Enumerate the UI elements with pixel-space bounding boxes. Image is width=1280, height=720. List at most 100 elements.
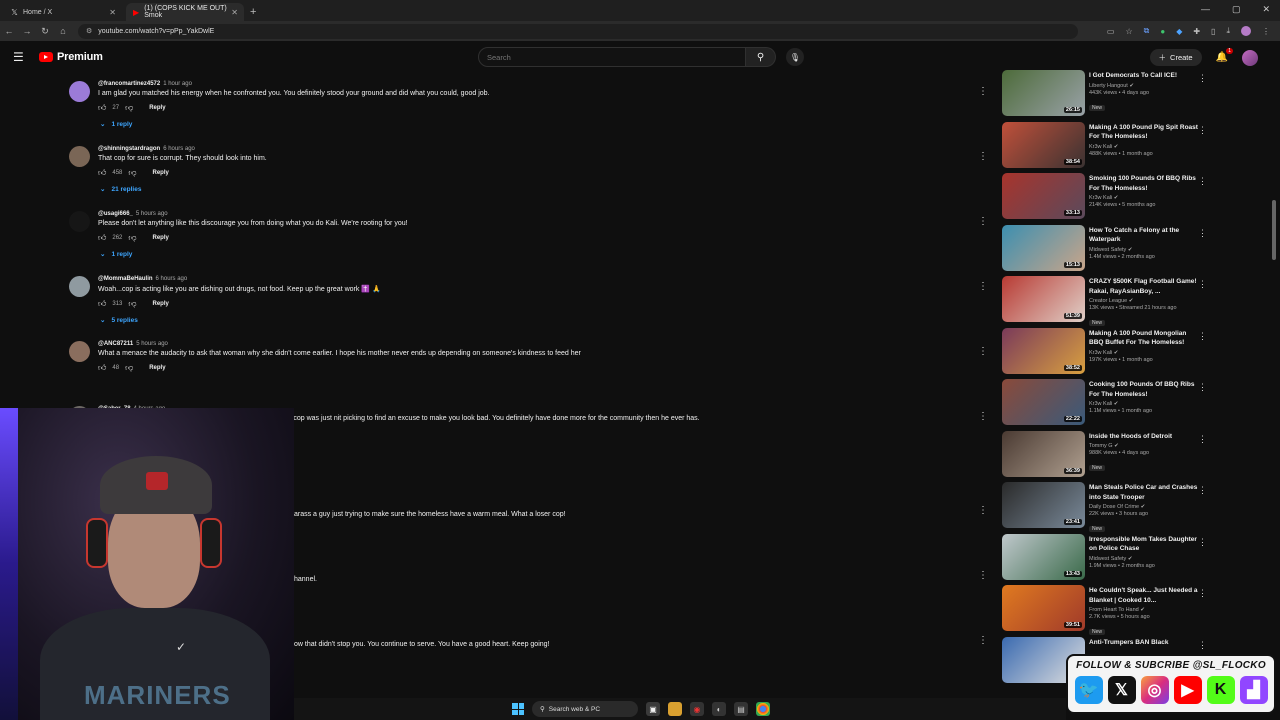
reply-button[interactable]: Reply <box>149 365 165 371</box>
channel-name[interactable]: Kr3w Kali ✔︎ <box>1089 195 1199 201</box>
video-title[interactable]: How To Catch a Felony at the Waterpark <box>1089 226 1199 245</box>
video-title[interactable]: CRAZY $500K Flag Football Game! Rakai, R… <box>1089 277 1199 296</box>
video-thumbnail[interactable]: 26:15 <box>1002 70 1085 116</box>
like-icon[interactable]: 👍︎ <box>98 168 106 178</box>
comment-menu-icon[interactable]: ⋮ <box>978 346 988 357</box>
video-title[interactable]: Anti-Trumpers BAN Black <box>1089 638 1199 648</box>
comment-handle[interactable]: @ANC87211 <box>98 341 133 347</box>
video-menu-icon[interactable]: ⋮ <box>1198 588 1207 599</box>
video-thumbnail[interactable]: 22:22 <box>1002 379 1085 425</box>
browser-menu-icon[interactable]: ⋮ <box>1262 27 1270 36</box>
app-icon[interactable]: ▤ <box>734 702 748 716</box>
video-thumbnail[interactable]: 13:43 <box>1002 533 1085 580</box>
menu-icon[interactable]: ☰ <box>13 50 27 64</box>
tab-youtube-video[interactable]: ▶ (1) (COPS KICK ME OUT) Smok ✕ <box>126 3 244 21</box>
commenter-avatar[interactable] <box>69 81 90 102</box>
video-menu-icon[interactable]: ⋮ <box>1198 331 1207 342</box>
video-menu-icon[interactable]: ⋮ <box>1198 640 1207 651</box>
related-video-item[interactable]: 33:13 Smoking 100 Pounds Of BBQ Ribs For… <box>1002 173 1212 225</box>
related-video-item[interactable]: 38:52 Making A 100 Pound Mongolian BBQ B… <box>1002 327 1212 380</box>
forward-icon[interactable]: → <box>18 26 36 36</box>
comment-menu-icon[interactable]: ⋮ <box>978 86 988 97</box>
profile-avatar-icon[interactable] <box>1241 26 1251 36</box>
download-icon[interactable]: ⤓ <box>1226 26 1230 36</box>
commenter-avatar[interactable] <box>69 276 90 297</box>
dislike-icon[interactable]: 👎︎ <box>125 363 133 373</box>
video-menu-icon[interactable]: ⋮ <box>1198 434 1207 445</box>
reply-button[interactable]: Reply <box>153 170 169 176</box>
comment-menu-icon[interactable]: ⋮ <box>978 151 988 162</box>
video-menu-icon[interactable]: ⋮ <box>1198 382 1207 393</box>
video-menu-icon[interactable]: ⋮ <box>1198 228 1207 239</box>
extension-icon[interactable]: ⧉ <box>1144 26 1150 36</box>
channel-name[interactable]: Kr3w Kali ✔︎ <box>1089 350 1199 356</box>
reply-button[interactable]: Reply <box>153 301 169 307</box>
new-tab-button[interactable]: + <box>250 6 256 18</box>
notifications-button[interactable]: 🔔 1 <box>1216 48 1233 63</box>
video-title[interactable]: He Couldn't Speak... Just Needed a Blank… <box>1089 586 1199 605</box>
dislike-icon[interactable]: 👎︎ <box>128 299 136 309</box>
video-thumbnail[interactable]: 38:54 <box>1002 121 1085 168</box>
puzzle-icon[interactable]: ✚ <box>1193 27 1200 36</box>
comment-menu-icon[interactable]: ⋮ <box>978 635 988 646</box>
comment-handle[interactable]: @MommaBeHaulin <box>98 276 153 282</box>
account-avatar[interactable] <box>1242 49 1258 66</box>
video-menu-icon[interactable]: ⋮ <box>1198 537 1207 548</box>
related-video-item[interactable]: 38:54 Making A 100 Pound Pig Spit Roast … <box>1002 121 1212 174</box>
comment-time[interactable]: 6 hours ago <box>163 146 195 152</box>
reply-button[interactable]: Reply <box>149 105 165 111</box>
video-menu-icon[interactable]: ⋮ <box>1198 176 1207 187</box>
view-replies-button[interactable]: ⌄ 21 replies <box>100 185 267 194</box>
bookmark-star-icon[interactable]: ☆ <box>1125 27 1132 36</box>
commenter-avatar[interactable] <box>69 341 90 362</box>
channel-name[interactable]: Creator League ✔︎ <box>1089 298 1199 304</box>
video-thumbnail[interactable]: 36:39 <box>1002 430 1085 477</box>
voice-search-button[interactable]: 🎙 <box>786 48 804 66</box>
video-title[interactable]: I Got Democrats To Call ICE! <box>1089 71 1199 81</box>
search-button[interactable]: ⚲ <box>746 47 776 67</box>
video-menu-icon[interactable]: ⋮ <box>1198 485 1207 496</box>
video-menu-icon[interactable]: ⋮ <box>1198 73 1207 84</box>
dislike-icon[interactable]: 👎︎ <box>125 103 133 113</box>
video-title[interactable]: Inside the Hoods of Detroit <box>1089 432 1199 442</box>
comment-menu-icon[interactable]: ⋮ <box>978 411 988 422</box>
comment-handle[interactable]: @usagi666_ <box>98 211 133 217</box>
minimize-icon[interactable]: — <box>1201 4 1210 15</box>
channel-name[interactable]: Kr3w Kali ✔︎ <box>1089 144 1199 150</box>
comment-handle[interactable]: @francomartinez4572 <box>98 81 160 87</box>
video-title[interactable]: Making A 100 Pound Mongolian BBQ Buffet … <box>1089 329 1199 348</box>
extension-green-icon[interactable]: ● <box>1160 27 1165 36</box>
comment-time[interactable]: 6 hours ago <box>156 276 188 282</box>
sidebar-panel-icon[interactable]: ▯ <box>1211 27 1215 36</box>
file-explorer-icon[interactable] <box>668 702 682 716</box>
video-thumbnail[interactable]: 15:13 <box>1002 224 1085 271</box>
reply-button[interactable]: Reply <box>153 235 169 241</box>
channel-name[interactable]: Liberty Hangout ✔︎ <box>1089 83 1199 89</box>
view-replies-button[interactable]: ⌄ 1 reply <box>100 250 408 259</box>
channel-name[interactable]: Midwest Safety ✔︎ <box>1089 556 1199 562</box>
maximize-icon[interactable]: ▢ <box>1232 4 1241 15</box>
channel-name[interactable]: From Heart To Hand ✔︎ <box>1089 607 1199 613</box>
related-video-item[interactable]: 23:41 Man Steals Police Car and Crashes … <box>1002 482 1212 534</box>
video-thumbnail[interactable]: 33:13 <box>1002 173 1085 219</box>
chrome-icon[interactable] <box>756 702 770 716</box>
close-window-icon[interactable]: ✕ <box>1262 4 1270 15</box>
youtube-logo[interactable]: Premium <box>39 51 103 63</box>
app-icon[interactable]: ◐ <box>712 702 726 716</box>
taskbar-search[interactable]: ⚲ Search web & PC <box>532 701 638 717</box>
channel-name[interactable]: Midwest Safety ✔︎ <box>1089 247 1199 253</box>
video-title[interactable]: Making A 100 Pound Pig Spit Roast For Th… <box>1089 123 1199 142</box>
dislike-icon[interactable]: 👎︎ <box>128 233 136 243</box>
comment-menu-icon[interactable]: ⋮ <box>978 281 988 292</box>
commenter-avatar[interactable] <box>69 211 90 232</box>
create-button[interactable]: ＋ Create <box>1149 49 1202 66</box>
tab-x-home[interactable]: 𝕏 Home / X ✕ <box>4 3 122 21</box>
channel-name[interactable]: Kr3w Kali ✔︎ <box>1089 401 1199 407</box>
close-icon[interactable]: ✕ <box>109 8 116 17</box>
video-menu-icon[interactable]: ⋮ <box>1198 279 1207 290</box>
video-title[interactable]: Cooking 100 Pounds Of BBQ Ribs For The H… <box>1089 380 1199 399</box>
task-view-icon[interactable]: ▣ <box>646 702 660 716</box>
view-replies-button[interactable]: ⌄ 5 replies <box>100 316 381 325</box>
reload-icon[interactable]: ↻ <box>36 26 54 37</box>
video-thumbnail[interactable]: 38:52 <box>1002 327 1085 374</box>
